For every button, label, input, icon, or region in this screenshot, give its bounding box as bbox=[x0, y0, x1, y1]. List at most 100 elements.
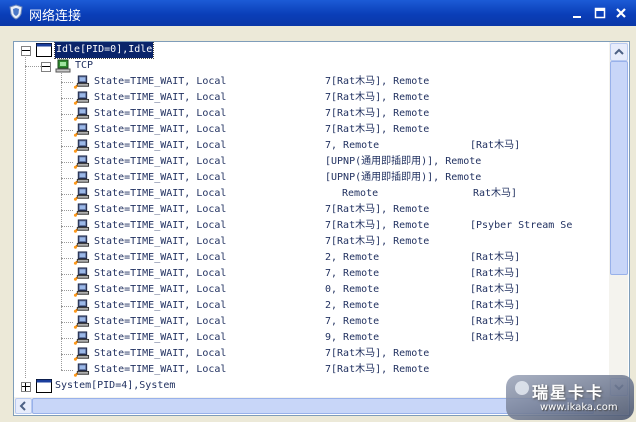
connection-state-local[interactable]: State=TIME_WAIT, Local bbox=[94, 362, 226, 378]
connection-state-local[interactable]: State=TIME_WAIT, Local bbox=[94, 138, 226, 154]
scroll-thumb[interactable] bbox=[610, 61, 628, 275]
connection-state-local[interactable]: State=TIME_WAIT, Local bbox=[94, 122, 226, 138]
connection-remote[interactable]: 7[Rat木马], Remote bbox=[325, 122, 429, 138]
tree-line bbox=[61, 322, 73, 323]
tree-line bbox=[61, 146, 73, 147]
scroll-up-button[interactable] bbox=[610, 43, 628, 61]
connection-computer-icon bbox=[73, 187, 90, 201]
collapse-toggle-icon[interactable] bbox=[21, 46, 31, 56]
tree-line bbox=[61, 258, 73, 259]
connection-computer-icon bbox=[73, 203, 90, 217]
connection-computer-icon bbox=[73, 123, 90, 137]
maximize-icon[interactable] bbox=[593, 6, 607, 20]
connection-computer-icon bbox=[73, 219, 90, 233]
connection-computer-icon bbox=[73, 91, 90, 105]
tree-node-system-process[interactable]: System[PID=4],System bbox=[55, 378, 175, 394]
connection-computer-icon bbox=[73, 267, 90, 281]
tree-node-idle-process[interactable]: Idle[PID=0],Idle bbox=[53, 42, 155, 59]
connection-remote[interactable]: 0, Remote bbox=[325, 282, 379, 298]
scroll-left-button[interactable] bbox=[15, 398, 32, 414]
window-title: 网络连接 bbox=[29, 9, 82, 24]
tree-line bbox=[61, 162, 73, 163]
connection-state-local[interactable]: State=TIME_WAIT, Local bbox=[94, 298, 226, 314]
watermark-brand: 瑞星卡卡 bbox=[532, 383, 605, 402]
tree-line bbox=[61, 306, 73, 307]
connection-remote-port-label[interactable]: Rat木马] bbox=[473, 186, 517, 202]
connection-state-local[interactable]: State=TIME_WAIT, Local bbox=[94, 266, 226, 282]
connection-remote[interactable]: 7[Rat木马], Remote bbox=[325, 106, 429, 122]
process-window-icon bbox=[36, 43, 52, 57]
connection-remote[interactable]: 7, Remote bbox=[325, 266, 379, 282]
connection-computer-icon bbox=[73, 283, 90, 297]
connection-remote[interactable]: [UPNP(通用即插即用)], Remote bbox=[325, 170, 481, 186]
tree-line bbox=[61, 338, 73, 339]
connection-computer-icon bbox=[73, 107, 90, 121]
connection-remote[interactable]: 7[Rat木马], Remote bbox=[325, 362, 429, 378]
watermark-url: www.ikaka.com bbox=[540, 402, 618, 413]
connection-state-local[interactable]: State=TIME_WAIT, Local bbox=[94, 282, 226, 298]
connection-state-local[interactable]: State=TIME_WAIT, Local bbox=[94, 170, 226, 186]
connection-remote[interactable]: 7[Rat木马], Remote bbox=[325, 90, 429, 106]
connection-remote-port-label[interactable]: [Rat木马] bbox=[470, 314, 520, 330]
connection-computer-icon bbox=[73, 299, 90, 313]
connection-state-local[interactable]: State=TIME_WAIT, Local bbox=[94, 106, 226, 122]
connection-remote[interactable]: Remote bbox=[342, 186, 378, 202]
connection-tree[interactable]: Idle[PID=0],Idle TCP State=TIME_WAIT, Lo… bbox=[14, 42, 609, 397]
connection-state-local[interactable]: State=TIME_WAIT, Local bbox=[94, 90, 226, 106]
connection-state-local[interactable]: State=TIME_WAIT, Local bbox=[94, 154, 226, 170]
connection-remote-port-label[interactable]: [Rat木马] bbox=[470, 138, 520, 154]
connection-computer-icon bbox=[73, 251, 90, 265]
connection-remote[interactable]: 9, Remote bbox=[325, 330, 379, 346]
tree-line bbox=[61, 82, 73, 83]
connection-remote[interactable]: 7[Rat木马], Remote bbox=[325, 346, 429, 362]
tree-line bbox=[61, 73, 62, 370]
connection-state-local[interactable]: State=TIME_WAIT, Local bbox=[94, 202, 226, 218]
tree-line bbox=[61, 178, 73, 179]
connection-state-local[interactable]: State=TIME_WAIT, Local bbox=[94, 218, 226, 234]
connection-remote-port-label[interactable]: [Rat木马] bbox=[470, 298, 520, 314]
tree-line bbox=[61, 130, 73, 131]
connection-state-local[interactable]: State=TIME_WAIT, Local bbox=[94, 186, 226, 202]
connection-computer-icon bbox=[73, 139, 90, 153]
tree-line bbox=[61, 98, 73, 99]
expand-toggle-icon[interactable] bbox=[21, 382, 31, 392]
title-bar[interactable]: 网络连接 bbox=[0, 0, 636, 26]
connection-remote[interactable]: 7, Remote bbox=[325, 138, 379, 154]
connection-remote[interactable]: 7[Rat木马], Remote bbox=[325, 202, 429, 218]
connection-remote[interactable]: 7[Rat木马], Remote bbox=[325, 74, 429, 90]
connection-remote-port-label[interactable]: [Rat木马] bbox=[470, 266, 520, 282]
tree-line bbox=[61, 290, 73, 291]
connection-remote-port-label[interactable]: [Rat木马] bbox=[470, 282, 520, 298]
connection-remote[interactable]: 7[Rat木马], Remote bbox=[325, 218, 429, 234]
tree-line bbox=[61, 114, 73, 115]
connection-computer-icon bbox=[73, 155, 90, 169]
connection-remote[interactable]: 2, Remote bbox=[325, 250, 379, 266]
connection-remote[interactable]: 2, Remote bbox=[325, 298, 379, 314]
connection-state-local[interactable]: State=TIME_WAIT, Local bbox=[94, 330, 226, 346]
tree-line bbox=[61, 354, 73, 355]
shield-app-icon bbox=[9, 4, 23, 20]
connection-remote-port-label[interactable]: [Psyber Stream Se bbox=[470, 218, 572, 234]
connection-remote-port-label[interactable]: [Rat木马] bbox=[470, 250, 520, 266]
vertical-scrollbar[interactable] bbox=[609, 42, 628, 397]
connection-state-local[interactable]: State=TIME_WAIT, Local bbox=[94, 234, 226, 250]
connection-state-local[interactable]: State=TIME_WAIT, Local bbox=[94, 250, 226, 266]
connection-state-local[interactable]: State=TIME_WAIT, Local bbox=[94, 314, 226, 330]
tree-node-tcp[interactable]: TCP bbox=[75, 58, 93, 74]
connection-remote[interactable]: 7, Remote bbox=[325, 314, 379, 330]
close-icon[interactable] bbox=[614, 6, 628, 20]
process-window-icon bbox=[36, 379, 52, 393]
connection-computer-icon bbox=[73, 347, 90, 361]
collapse-toggle-icon[interactable] bbox=[41, 62, 51, 72]
connection-computer-icon bbox=[73, 331, 90, 345]
connection-state-local[interactable]: State=TIME_WAIT, Local bbox=[94, 346, 226, 362]
network-computer-icon bbox=[55, 59, 71, 73]
tree-line bbox=[25, 66, 41, 67]
connection-computer-icon bbox=[73, 235, 90, 249]
connection-state-local[interactable]: State=TIME_WAIT, Local bbox=[94, 74, 226, 90]
connection-remote-port-label[interactable]: [Rat木马] bbox=[470, 330, 520, 346]
minimize-icon[interactable] bbox=[570, 6, 584, 20]
connection-remote[interactable]: 7[Rat木马], Remote bbox=[325, 234, 429, 250]
connection-remote[interactable]: [UPNP(通用即插即用)], Remote bbox=[325, 154, 481, 170]
connection-computer-icon bbox=[73, 75, 90, 89]
